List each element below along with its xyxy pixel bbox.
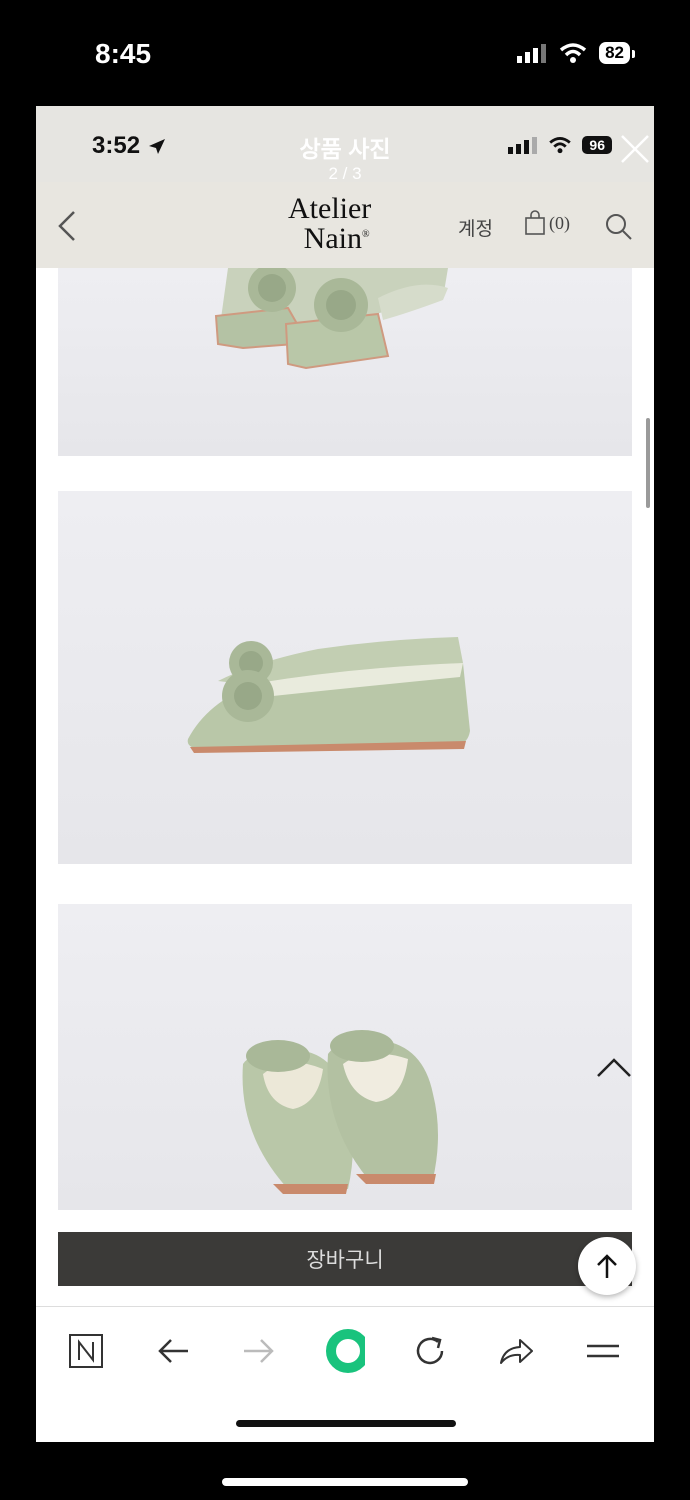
outer-status-icons: 82 bbox=[517, 42, 635, 64]
arrow-right-icon bbox=[244, 1339, 274, 1363]
viewer-page-count: 2 / 3 bbox=[328, 164, 362, 183]
wifi-icon bbox=[559, 43, 587, 63]
cart-count: (0) bbox=[549, 212, 570, 233]
site-header: Atelier Nain® 계정 (0) bbox=[36, 182, 654, 268]
chevron-up-icon[interactable] bbox=[594, 1052, 634, 1082]
scrollbar-thumb[interactable] bbox=[646, 418, 650, 508]
share-button[interactable] bbox=[496, 1331, 536, 1371]
outer-battery-level: 82 bbox=[599, 42, 635, 64]
scroll-to-top-button[interactable] bbox=[578, 1237, 636, 1295]
reload-icon bbox=[416, 1336, 444, 1365]
arrow-left-icon bbox=[158, 1339, 188, 1363]
wifi-icon bbox=[549, 137, 572, 154]
outer-status-time: 8:45 bbox=[95, 38, 152, 69]
product-photo-3[interactable] bbox=[58, 904, 632, 1210]
share-icon bbox=[500, 1339, 533, 1364]
naver-n-icon bbox=[69, 1334, 103, 1368]
green-ring-icon bbox=[326, 1329, 365, 1373]
menu-icon bbox=[587, 1344, 619, 1358]
green-dot-button[interactable] bbox=[325, 1329, 365, 1373]
inner-battery-level: 96 bbox=[582, 136, 612, 154]
browser-back-button[interactable] bbox=[153, 1331, 193, 1371]
search-icon[interactable] bbox=[604, 212, 634, 242]
menu-button[interactable] bbox=[583, 1331, 623, 1371]
product-photo-2[interactable] bbox=[58, 491, 632, 864]
inner-status-icons: 96 bbox=[508, 136, 612, 154]
inner-status-bar: 3:52 상품 사진 2 / 3 96 bbox=[36, 106, 654, 183]
app-screen: 3:52 상품 사진 2 / 3 96 Atelier Nain® 계정 (0) bbox=[36, 106, 654, 1442]
cart-link[interactable]: (0) bbox=[524, 210, 570, 236]
browser-forward-button[interactable] bbox=[239, 1331, 279, 1371]
naver-home-button[interactable] bbox=[66, 1331, 106, 1371]
shoe-front-image bbox=[214, 264, 448, 370]
cellular-signal-icon bbox=[517, 44, 547, 63]
reload-button[interactable] bbox=[410, 1331, 450, 1371]
close-icon[interactable] bbox=[618, 132, 652, 166]
add-to-cart-button[interactable]: 장바구니 bbox=[58, 1232, 632, 1286]
shoe-back-image bbox=[242, 1030, 438, 1194]
site-logo[interactable]: Atelier Nain® bbox=[288, 194, 371, 254]
chevron-left-icon[interactable] bbox=[54, 208, 78, 244]
shopping-bag-icon bbox=[525, 210, 545, 235]
shoe-side-image bbox=[187, 637, 470, 753]
outer-home-indicator bbox=[222, 1478, 468, 1486]
inner-home-indicator bbox=[236, 1420, 456, 1427]
cellular-signal-icon bbox=[508, 137, 538, 154]
account-link[interactable]: 계정 bbox=[458, 214, 493, 241]
product-photo-1[interactable] bbox=[58, 264, 632, 456]
arrow-up-icon bbox=[597, 1254, 617, 1278]
browser-toolbar bbox=[36, 1306, 654, 1387]
